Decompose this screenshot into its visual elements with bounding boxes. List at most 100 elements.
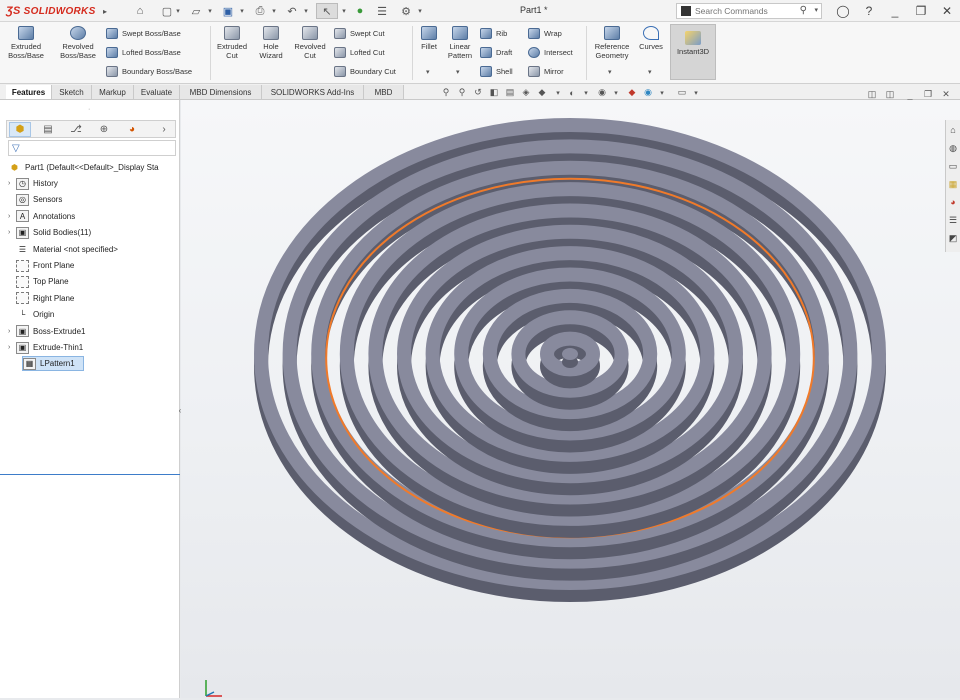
tree-item-boss-extrude1[interactable]: › ▣ Boss-Extrude1 [8, 324, 85, 339]
mirror-button[interactable]: Mirror [528, 64, 564, 78]
appearance-dropdown-icon[interactable]: ▾ [610, 87, 622, 98]
print-icon[interactable]: ⎙ [252, 3, 268, 19]
solidworks-logo[interactable]: ƷS SOLIDWORKS [6, 3, 96, 19]
monitor-dropdown-icon[interactable]: ▾ [690, 87, 702, 98]
view-palette-icon[interactable]: ▦ [947, 178, 959, 190]
expand-arrow-icon[interactable]: › [8, 344, 16, 351]
rollback-bar[interactable] [0, 474, 180, 475]
minimize-button[interactable]: _ [884, 2, 906, 20]
tile-vertical-icon[interactable]: ◫ [884, 89, 896, 100]
open-folder-icon[interactable]: ▱ [188, 3, 204, 19]
revolved-cut-button[interactable]: Revolved Cut [292, 26, 328, 60]
appearances-icon[interactable]: ◕ [947, 196, 959, 208]
forum-icon[interactable]: ◩ [947, 232, 959, 244]
extruded-boss-button[interactable]: Extruded Boss/Base [8, 26, 44, 60]
extruded-cut-button[interactable]: Extruded Cut [214, 26, 250, 60]
new-document-icon[interactable]: ▢ [160, 3, 174, 19]
tree-root-part[interactable]: ⬢ Part1 (Default<<Default>_Display Sta [8, 160, 159, 175]
hole-wizard-button[interactable]: Hole Wizard [254, 26, 288, 60]
new-dropdown-icon[interactable]: ▾ [174, 3, 182, 19]
fillet-dropdown-icon[interactable]: ▾ [426, 68, 430, 76]
viewport-minimize-icon[interactable]: _ [904, 89, 916, 100]
linear-pattern-button[interactable]: Linear Pattern [444, 26, 476, 60]
tree-item-origin[interactable]: └ Origin [8, 307, 55, 322]
wrap-button[interactable]: Wrap [528, 26, 562, 40]
tree-item-annotations[interactable]: › A Annotations [8, 209, 75, 224]
display-manager-tab-icon[interactable]: ◕ [121, 122, 143, 137]
previous-view-icon[interactable]: ↺ [472, 87, 484, 98]
lofted-boss-button[interactable]: Lofted Boss/Base [106, 45, 181, 59]
hide-show-items-icon[interactable]: ◐ [566, 87, 578, 98]
close-button[interactable]: ✕ [936, 2, 958, 20]
expand-arrow-icon[interactable]: › [8, 328, 16, 335]
tab-mbd-dimensions[interactable]: MBD Dimensions [180, 85, 262, 99]
search-commands[interactable]: ⚲ ▾ [676, 3, 822, 19]
expand-arrow-icon[interactable]: › [8, 213, 16, 220]
tab-mbd[interactable]: MBD [364, 85, 404, 99]
undo-icon[interactable]: ↶ [284, 3, 300, 19]
swept-boss-button[interactable]: Swept Boss/Base [106, 26, 181, 40]
menu-expand-icon[interactable]: ▸ [100, 3, 110, 19]
zoom-area-icon[interactable]: ⚲ [456, 87, 468, 98]
spiral-part-model[interactable] [181, 100, 960, 698]
options-gear-icon[interactable]: ⚙ [398, 3, 414, 19]
rebuild-icon[interactable]: ● [354, 3, 366, 19]
tree-item-solid-bodies-11[interactable]: › ▣ Solid Bodies(11) [8, 225, 91, 240]
restore-button[interactable]: ❐ [910, 2, 932, 20]
custom-properties-icon[interactable]: ☰ [947, 214, 959, 226]
save-dropdown-icon[interactable]: ▾ [238, 3, 246, 19]
graphics-area[interactable] [181, 100, 960, 698]
design-library-icon[interactable]: ◍ [947, 142, 959, 154]
search-icon[interactable]: ⚲ [800, 5, 807, 16]
display-style-icon[interactable]: ◆ [536, 87, 548, 98]
tile-horizontal-icon[interactable]: ◫ [866, 89, 878, 100]
tree-item-top-plane[interactable]: Top Plane [8, 274, 69, 289]
expand-arrow-icon[interactable]: › [8, 229, 16, 236]
file-properties-icon[interactable]: ☰ [374, 3, 390, 19]
fillet-button[interactable]: Fillet [416, 26, 442, 51]
dimxpert-manager-tab-icon[interactable]: ⊕ [93, 122, 115, 137]
tree-item-lpattern1[interactable]: ▦ LPattern1 [22, 356, 84, 372]
reference-dropdown-icon[interactable]: ▾ [608, 68, 612, 76]
help-icon[interactable]: ? [858, 2, 880, 20]
tree-item-front-plane[interactable]: Front Plane [8, 258, 74, 273]
account-icon[interactable]: ◯ [832, 2, 854, 20]
home-icon[interactable]: ⌂ [132, 3, 148, 19]
pane-grip-icon[interactable]: · [88, 106, 90, 113]
tab-solidworks-addins[interactable]: SOLIDWORKS Add-Ins [262, 85, 364, 99]
view-settings-dropdown-icon[interactable]: ▾ [656, 87, 668, 98]
tab-evaluate[interactable]: Evaluate [134, 85, 180, 99]
display-style-dropdown-icon[interactable]: ▾ [552, 87, 564, 98]
section-view-icon[interactable]: ◧ [488, 87, 500, 98]
edit-appearance-icon[interactable]: ◉ [596, 87, 608, 98]
more-tabs-arrow-icon[interactable]: › [153, 122, 175, 137]
apply-scene-icon[interactable]: ◆ [626, 87, 638, 98]
shell-button[interactable]: Shell [480, 64, 513, 78]
viewport-close-icon[interactable]: ✕ [940, 89, 952, 100]
draft-button[interactable]: Draft [480, 45, 512, 59]
viewport-restore-icon[interactable]: ❐ [922, 89, 934, 100]
tab-markup[interactable]: Markup [92, 85, 134, 99]
intersect-button[interactable]: Intersect [528, 45, 573, 59]
dynamic-annotation-icon[interactable]: ▤ [504, 87, 516, 98]
hide-show-dropdown-icon[interactable]: ▾ [580, 87, 592, 98]
curves-button[interactable]: Curves [636, 26, 666, 51]
pattern-dropdown-icon[interactable]: ▾ [456, 68, 460, 76]
boundary-boss-button[interactable]: Boundary Boss/Base [106, 64, 192, 78]
tab-sketch[interactable]: Sketch [52, 85, 92, 99]
boundary-cut-button[interactable]: Boundary Cut [334, 64, 396, 78]
expand-arrow-icon[interactable]: › [8, 180, 16, 187]
view-settings-icon[interactable]: ◉ [642, 87, 654, 98]
search-dropdown-icon[interactable]: ▾ [814, 6, 818, 14]
curves-dropdown-icon[interactable]: ▾ [648, 68, 652, 76]
print-dropdown-icon[interactable]: ▾ [270, 3, 278, 19]
tree-filter[interactable]: ▽ [8, 140, 176, 156]
tree-item-extrude-thin1[interactable]: › ▣ Extrude-Thin1 [8, 340, 83, 355]
tree-item-sensors[interactable]: ◎ Sensors [8, 192, 62, 207]
instant3d-button[interactable]: Instant3D [670, 24, 716, 80]
tab-features[interactable]: Features [6, 85, 52, 99]
solidworks-resources-icon[interactable]: ⌂ [947, 124, 959, 136]
configuration-manager-tab-icon[interactable]: ⎇ [65, 122, 87, 137]
view-orientation-icon[interactable]: ◈ [520, 87, 532, 98]
tree-item-material-not-specified[interactable]: ☰ Material <not specified> [8, 242, 118, 257]
